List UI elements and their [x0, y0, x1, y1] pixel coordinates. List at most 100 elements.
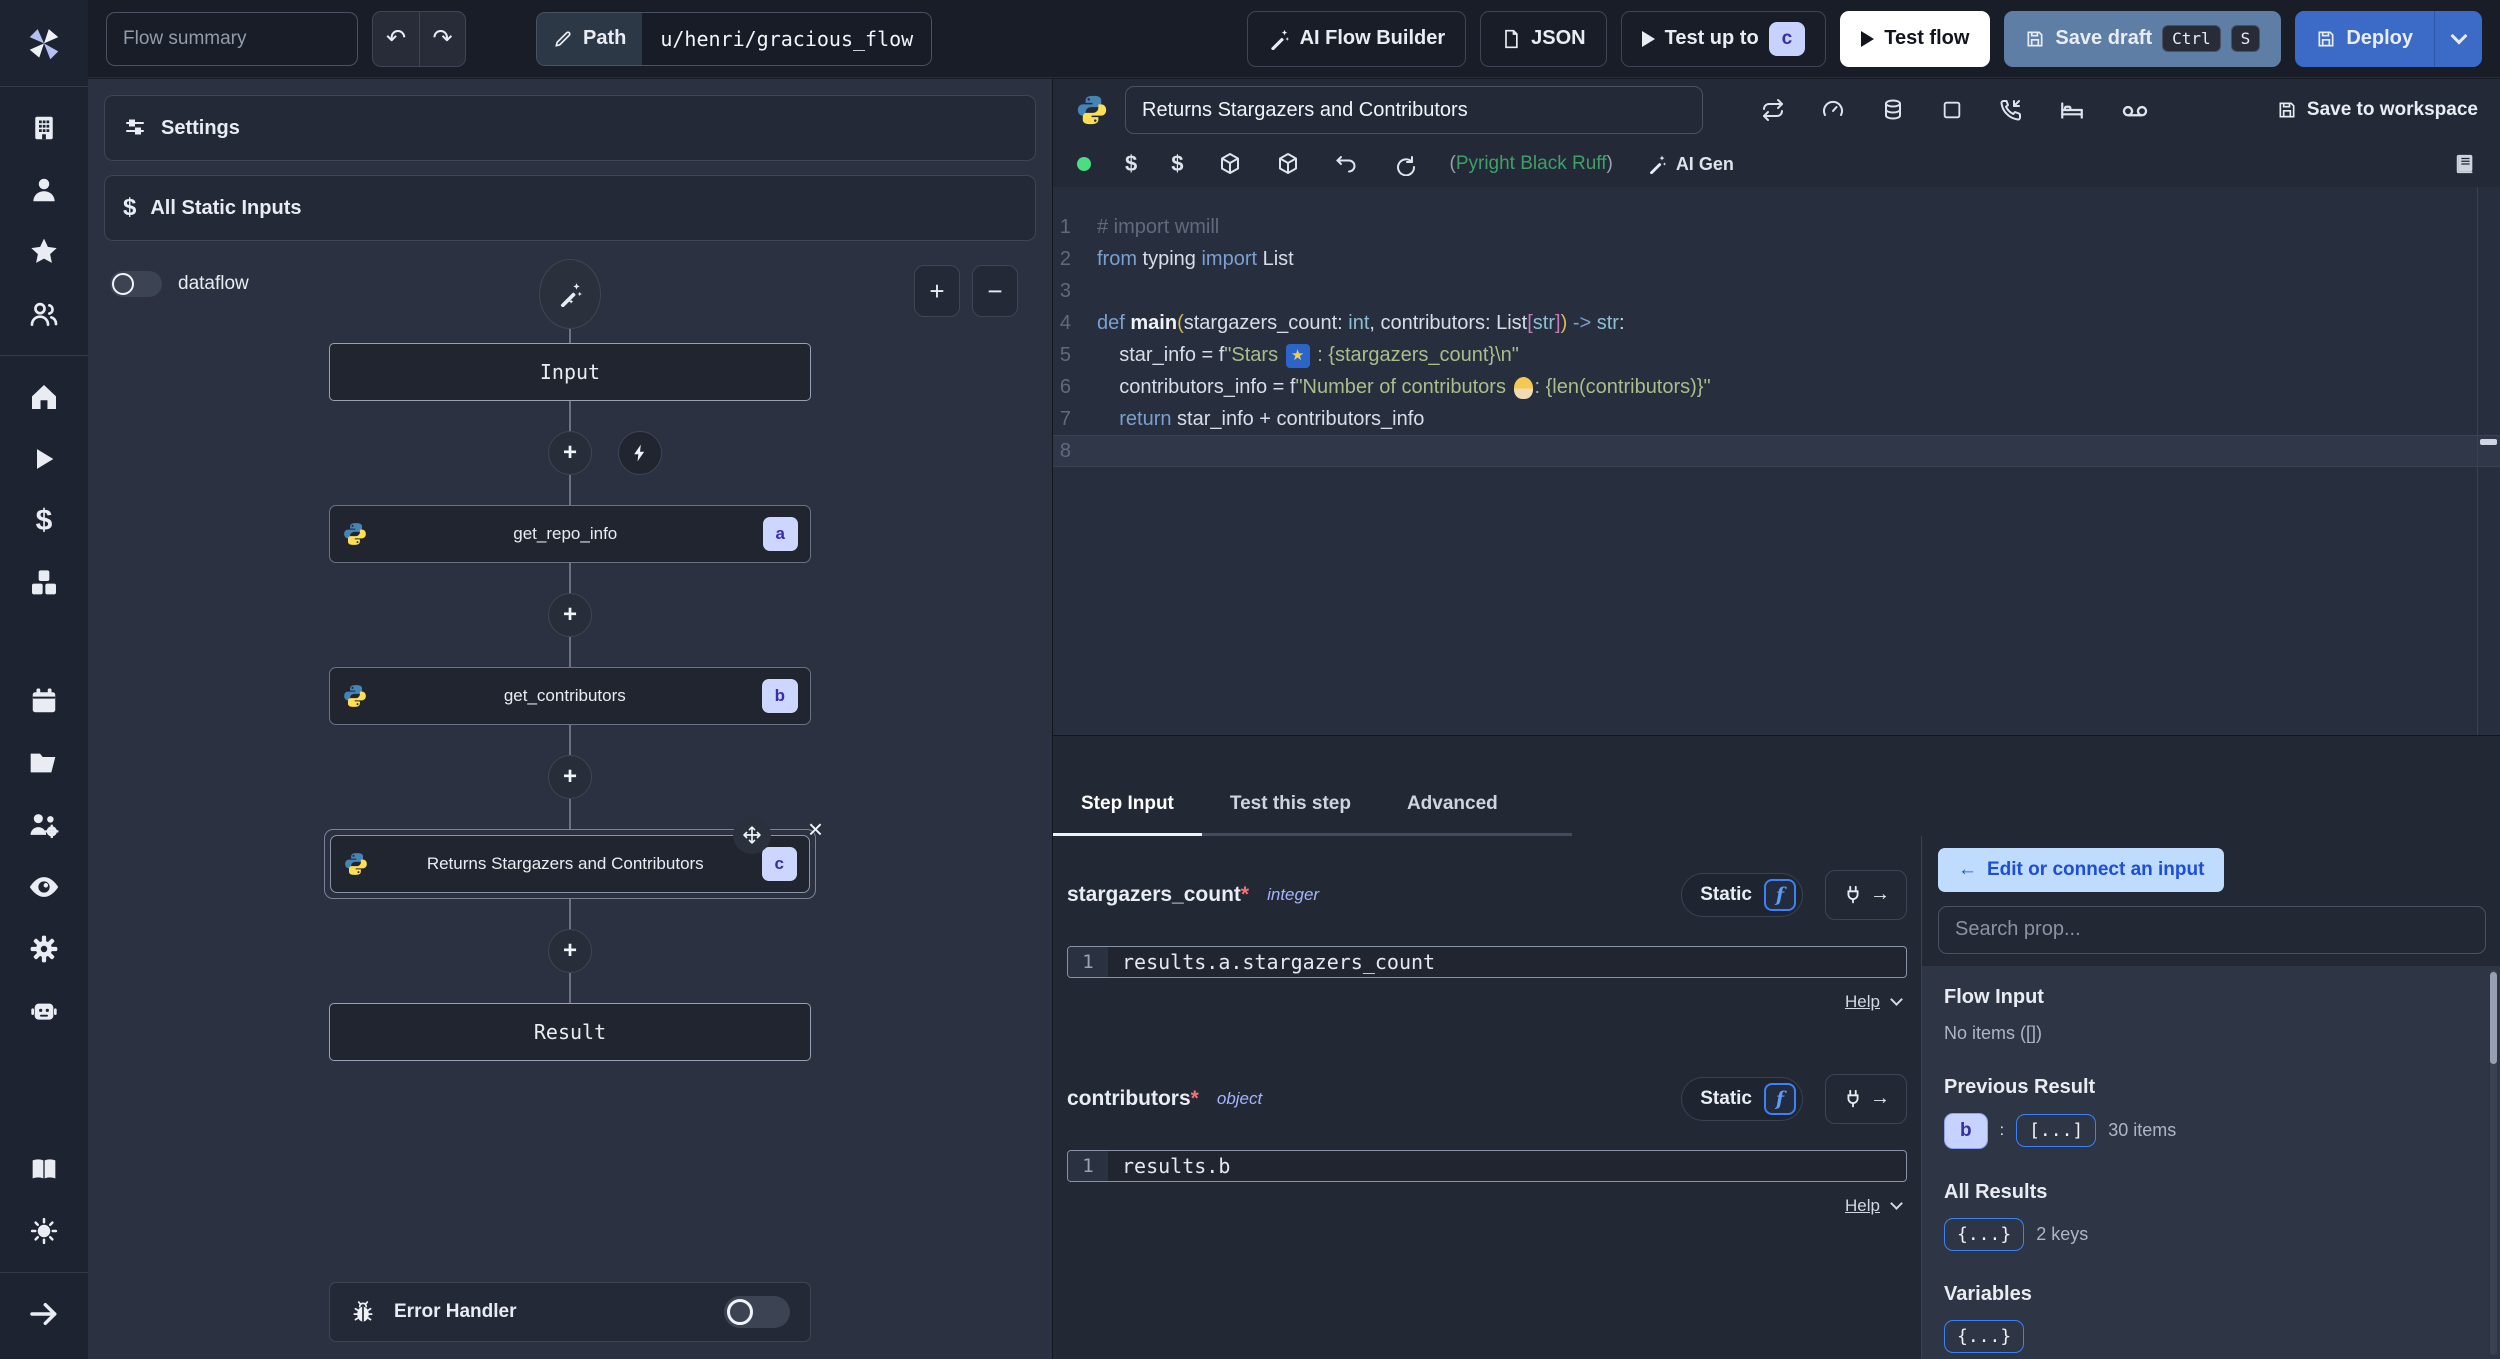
- zoom-out-button[interactable]: −: [972, 265, 1018, 317]
- user-icon[interactable]: [22, 168, 66, 212]
- settings-button[interactable]: Settings: [104, 95, 1036, 161]
- ai-graph-wand-button[interactable]: [539, 259, 601, 329]
- cache-database-icon[interactable]: [1881, 98, 1905, 122]
- home-icon[interactable]: [22, 375, 66, 419]
- search-prop-input[interactable]: [1938, 905, 2486, 954]
- groups-icon[interactable]: [22, 292, 66, 336]
- format-refresh-icon[interactable]: [1392, 152, 1416, 176]
- code-line[interactable]: 7 return star_info + contributors_info: [1053, 403, 2500, 435]
- ai-flow-builder-button[interactable]: AI Flow Builder: [1246, 10, 1467, 67]
- code-line[interactable]: 1 # import wmill: [1053, 211, 2500, 243]
- editor-scrollbar-thumb[interactable]: [2480, 439, 2497, 445]
- flow-step-node-a[interactable]: get_repo_info a: [329, 505, 811, 563]
- suspend-phone-icon[interactable]: [1999, 98, 2023, 122]
- variables-dollar-icon[interactable]: $: [22, 499, 66, 543]
- step-title-input[interactable]: [1125, 86, 1703, 134]
- test-up-to-button[interactable]: Test up to c: [1620, 10, 1827, 67]
- add-step-button[interactable]: +: [548, 431, 592, 475]
- resources-cubes-icon[interactable]: [22, 561, 66, 605]
- move-handle-icon[interactable]: [733, 816, 771, 854]
- library-book-icon[interactable]: [2454, 153, 2476, 175]
- add-step-button[interactable]: +: [548, 593, 592, 637]
- docs-book-icon[interactable]: [22, 1147, 66, 1191]
- ai-robot-icon[interactable]: [22, 989, 66, 1033]
- workspace-icon[interactable]: [22, 106, 66, 150]
- all-static-inputs-button[interactable]: $ All Static Inputs: [104, 175, 1036, 241]
- collapsed-object-badge[interactable]: {...}: [1944, 1217, 2025, 1251]
- static-mode-toggle[interactable]: Static f: [1681, 872, 1803, 917]
- help-link[interactable]: Help: [1845, 992, 1880, 1012]
- path-value[interactable]: u/henri/gracious_flow: [642, 12, 932, 65]
- code-line[interactable]: 5 star_info = f"Stars ★ : {stargazers_co…: [1053, 339, 2500, 371]
- help-link[interactable]: Help: [1845, 1196, 1880, 1216]
- collapsed-object-badge[interactable]: {...}: [1944, 1319, 2025, 1353]
- code-line[interactable]: 3: [1053, 275, 2500, 307]
- save-draft-button[interactable]: Save draft Ctrl S: [2004, 10, 2282, 67]
- code-line[interactable]: 4 def main(stargazers_count: int, contrib…: [1053, 307, 2500, 339]
- expr-value[interactable]: results.b: [1108, 1151, 1230, 1181]
- add-step-button[interactable]: +: [548, 929, 592, 973]
- error-handler-row[interactable]: Error Handler: [329, 1282, 811, 1342]
- package-icon[interactable]: [1218, 152, 1242, 176]
- deploy-button[interactable]: Deploy: [2295, 10, 2434, 67]
- trigger-bolt-button[interactable]: [618, 431, 662, 475]
- settings-gear-icon[interactable]: [22, 927, 66, 971]
- expr-value[interactable]: results.a.stargazers_count: [1108, 947, 1435, 977]
- sleep-bed-icon[interactable]: [2059, 97, 2085, 123]
- early-stop-square-icon[interactable]: [1941, 99, 1963, 121]
- result-key-badge[interactable]: b: [1944, 1112, 1988, 1149]
- tab-advanced[interactable]: Advanced: [1379, 793, 1526, 833]
- json-button[interactable]: JSON: [1480, 10, 1607, 67]
- undo-button[interactable]: ↶: [373, 12, 419, 66]
- retries-repeat-icon[interactable]: [1761, 98, 1785, 122]
- code-line[interactable]: 8: [1053, 435, 2500, 467]
- flow-summary-input[interactable]: [106, 11, 358, 66]
- code-line[interactable]: 2 from typing import List: [1053, 243, 2500, 275]
- deploy-dropdown-button[interactable]: [2434, 10, 2482, 67]
- save-to-workspace-button[interactable]: Save to workspace: [2277, 99, 2478, 121]
- concurrency-gauge-icon[interactable]: [1821, 98, 1845, 122]
- windmill-logo[interactable]: [22, 23, 66, 67]
- runs-play-icon[interactable]: [22, 437, 66, 481]
- flow-step-node-b[interactable]: get_contributors b: [329, 667, 811, 725]
- collapsed-array-badge[interactable]: [...]: [2016, 1114, 2097, 1147]
- expr-input-contributors[interactable]: 1 results.b: [1067, 1149, 1907, 1182]
- test-flow-button[interactable]: Test flow: [1840, 10, 1991, 67]
- code-line[interactable]: 6 contributors_info = f"Number of contri…: [1053, 371, 2500, 403]
- theme-sun-icon[interactable]: [22, 1209, 66, 1253]
- add-step-button[interactable]: +: [548, 755, 592, 799]
- tab-step-input[interactable]: Step Input: [1053, 793, 1202, 836]
- chevron-down-icon[interactable]: [1890, 1197, 1903, 1210]
- reset-undo-icon[interactable]: [1334, 152, 1358, 176]
- zoom-in-button[interactable]: +: [914, 265, 960, 317]
- variable-picker-icon[interactable]: $: [1125, 151, 1137, 177]
- mock-voicemail-icon[interactable]: [2121, 96, 2149, 124]
- connect-plug-button[interactable]: →: [1825, 869, 1907, 920]
- input-node[interactable]: Input: [329, 343, 811, 401]
- error-handler-toggle[interactable]: [724, 1296, 790, 1328]
- chevron-down-icon[interactable]: [1890, 993, 1903, 1006]
- redo-button[interactable]: ↷: [419, 11, 465, 66]
- connect-plug-button[interactable]: →: [1825, 1073, 1907, 1124]
- package-icon[interactable]: [1276, 152, 1300, 176]
- function-mode-chip[interactable]: f: [1764, 878, 1796, 911]
- expr-input-stargazers[interactable]: 1 results.a.stargazers_count: [1067, 945, 1907, 978]
- audit-eye-icon[interactable]: [22, 865, 66, 909]
- resource-picker-icon[interactable]: $: [1171, 151, 1183, 177]
- dataflow-toggle[interactable]: [110, 271, 162, 297]
- delete-step-icon[interactable]: ×: [808, 814, 823, 845]
- collapse-arrow-icon[interactable]: [22, 1292, 66, 1336]
- favorites-star-icon[interactable]: [22, 230, 66, 274]
- code-editor[interactable]: 1 # import wmill 2 from typing import List 3…: [1053, 187, 2500, 736]
- tab-test-this-step[interactable]: Test this step: [1202, 793, 1379, 833]
- function-mode-chip[interactable]: f: [1764, 1082, 1796, 1115]
- result-node[interactable]: Result: [329, 1003, 811, 1061]
- ai-gen-button[interactable]: AI Gen: [1647, 154, 1734, 175]
- schedules-calendar-icon[interactable]: [22, 679, 66, 723]
- prop-scrollbar-thumb[interactable]: [2490, 971, 2497, 1064]
- folders-icon[interactable]: [22, 741, 66, 785]
- groups-settings-icon[interactable]: [22, 803, 66, 847]
- static-mode-toggle[interactable]: Static f: [1681, 1076, 1803, 1121]
- path-group[interactable]: Path u/henri/gracious_flow: [536, 11, 933, 66]
- edit-or-connect-button[interactable]: ← Edit or connect an input: [1938, 847, 2225, 892]
